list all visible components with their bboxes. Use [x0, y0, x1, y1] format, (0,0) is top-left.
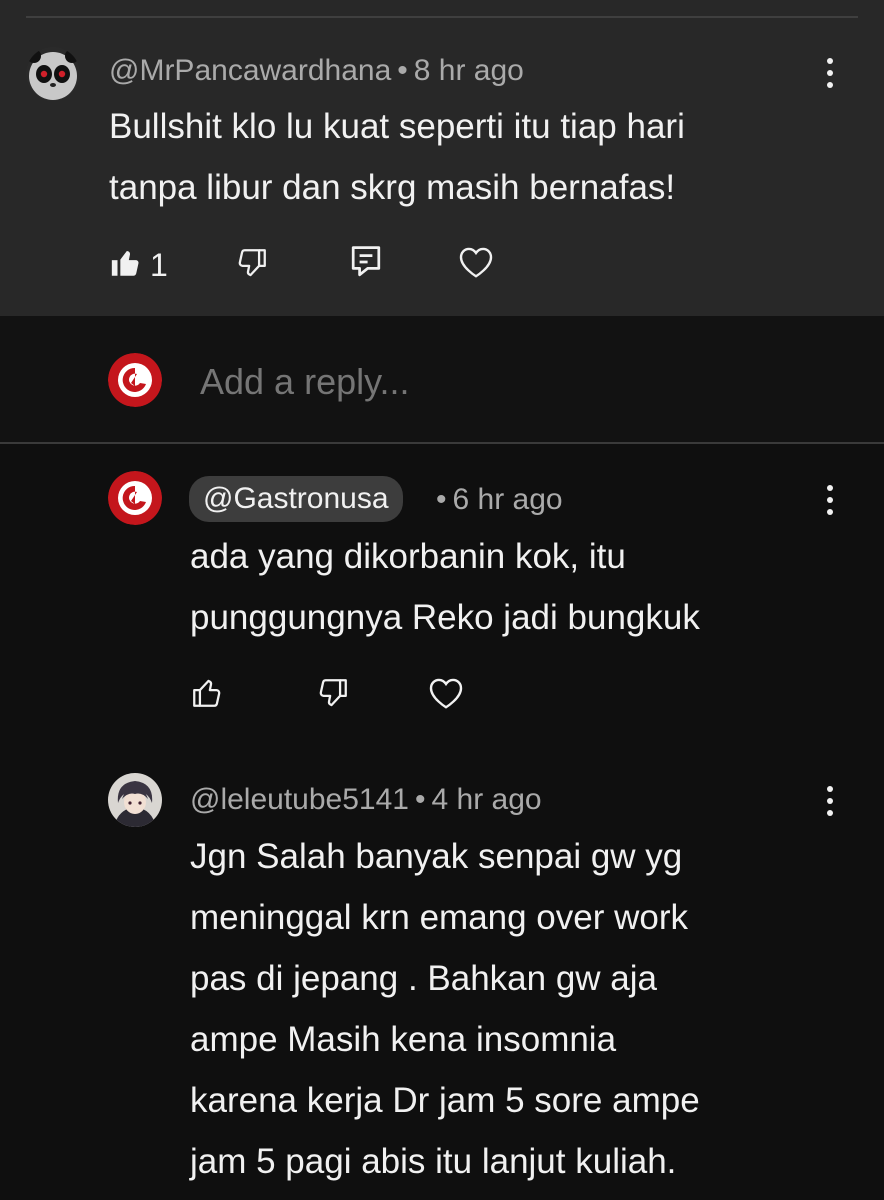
comment-text: ada yang dikorbanin kok, itu punggungnya…: [190, 526, 700, 648]
comment-line: ada yang dikorbanin kok, itu: [190, 537, 626, 576]
gastronusa-logo: [108, 353, 162, 407]
divider: [26, 16, 858, 18]
add-reply-row: [0, 316, 884, 444]
timestamp: 6 hr ago: [452, 483, 563, 516]
divider: [0, 442, 884, 444]
like-count: 1: [150, 247, 168, 283]
timestamp: 8 hr ago: [413, 54, 524, 87]
dislike-button[interactable]: [316, 676, 350, 715]
thumb-up-icon: [111, 250, 139, 276]
comment-line: meninggal krn emang over work: [190, 898, 689, 937]
gastronusa-logo[interactable]: [108, 471, 162, 525]
comment-line: ampe Masih kena insomnia: [190, 1020, 617, 1059]
comment-line: karena kerja Dr jam 5 sore ampe: [190, 1081, 700, 1120]
comment-text: Jgn Salah banyak senpai gw yg meninggal …: [190, 826, 700, 1192]
comment-line: tanpa libur dan skrg masih bernafas!: [109, 168, 676, 207]
more-vert-icon[interactable]: [820, 781, 840, 821]
like-button[interactable]: [190, 676, 224, 715]
comment-meta: @leleutube5141 • 4 hr ago: [190, 782, 542, 818]
like-button[interactable]: [108, 246, 144, 285]
comment-line: Jgn Salah banyak senpai gw yg: [190, 837, 683, 876]
meta-separator: •: [436, 483, 447, 516]
more-vert-icon[interactable]: [820, 480, 840, 520]
meta-separator: •: [397, 54, 408, 87]
reply-icon: [351, 246, 381, 277]
thumb-down-icon: [238, 249, 266, 277]
comment-text: Bullshit klo lu kuat seperti itu tiap ha…: [109, 96, 685, 218]
comment-line: Bullshit klo lu kuat seperti itu tiap ha…: [109, 107, 685, 146]
timestamp: 4 hr ago: [431, 783, 542, 816]
thumb-down-icon: [319, 679, 347, 707]
meta-separator: •: [414, 783, 426, 816]
comment-line: punggungnya Reko jadi bungkuk: [190, 598, 700, 637]
dislike-button[interactable]: [234, 246, 270, 285]
comment-line: jam 5 pagi abis itu lanjut kuliah.: [190, 1142, 677, 1181]
panda-avatar[interactable]: [26, 47, 80, 101]
heart-button[interactable]: [458, 245, 494, 284]
anime-avatar[interactable]: [108, 773, 162, 827]
more-vert-icon[interactable]: [820, 53, 840, 93]
thumb-up-icon: [193, 679, 221, 707]
author-name[interactable]: @MrPancawardhana: [109, 54, 391, 87]
heart-icon: [459, 247, 493, 278]
parent-comment: @MrPancawardhana • 8 hr ago Bullshit klo l…: [0, 0, 884, 316]
add-reply-input[interactable]: [200, 362, 800, 402]
author-name[interactable]: @leleutube5141: [190, 783, 409, 816]
reply-button[interactable]: [350, 244, 382, 285]
comment-meta: @MrPancawardhana • 8 hr ago: [109, 53, 524, 89]
comment-thread: @MrPancawardhana • 8 hr ago Bullshit klo l…: [0, 0, 884, 1200]
author-chip[interactable]: @Gastronusa: [189, 476, 403, 522]
comment-meta: • 6 hr ago: [436, 482, 563, 518]
heart-icon: [429, 678, 463, 709]
heart-button[interactable]: [428, 676, 464, 715]
comment-line: pas di jepang . Bahkan gw aja: [190, 959, 657, 998]
